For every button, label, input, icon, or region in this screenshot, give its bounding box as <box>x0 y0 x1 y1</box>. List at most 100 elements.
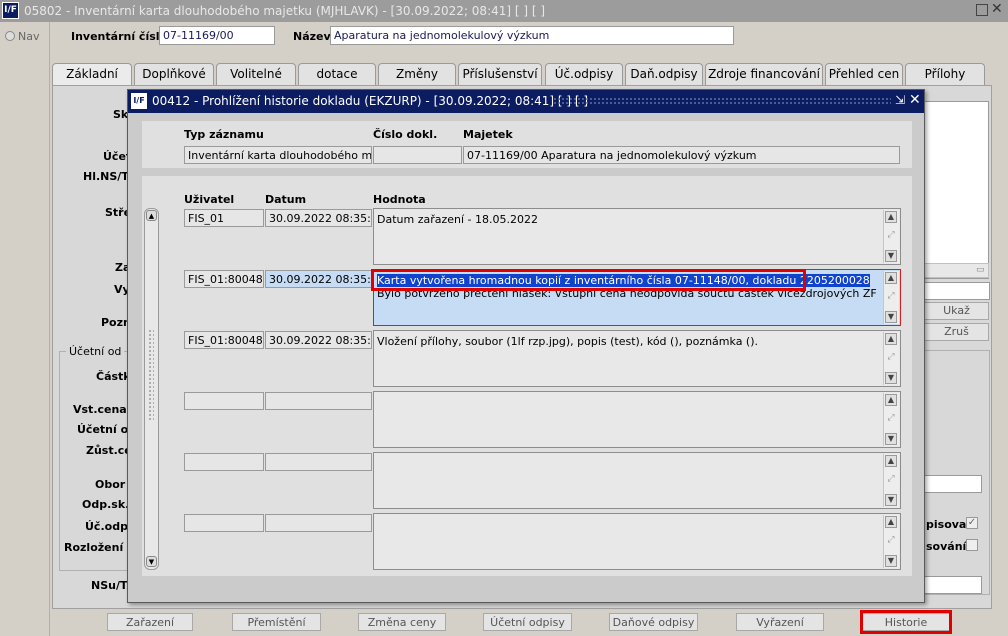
row5-value[interactable]: ▲ ⤢ ▼ <box>373 452 901 509</box>
right-group-box <box>924 350 990 595</box>
scroll-down-icon[interactable]: ▼ <box>885 250 897 262</box>
nsu-ta-field[interactable] <box>924 576 982 594</box>
row3-scrollbar[interactable]: ▲ ⤢ ▼ <box>883 332 899 385</box>
row3-date[interactable]: 30.09.2022 08:35:37 <box>265 331 372 349</box>
scroll-down-icon[interactable]: ▼ <box>146 556 157 567</box>
restore-icon[interactable] <box>976 4 988 16</box>
tab-dan-odpisy[interactable]: Daň.odpisy <box>625 63 703 85</box>
inventory-number-field[interactable]: 07-11169/00 <box>159 26 275 45</box>
premisteni-button[interactable]: Přemístění <box>232 613 321 631</box>
dialog-title-bar: I/F 00412 - Prohlížení historie dokladu … <box>128 90 924 113</box>
row5-scrollbar[interactable]: ▲ ⤢ ▼ <box>883 454 899 507</box>
tab-prislusenstvi[interactable]: Příslušenství <box>458 63 542 85</box>
ukaz-button[interactable]: Ukaž <box>924 302 989 320</box>
row3-user[interactable]: FIS_01:80048 <box>184 331 264 349</box>
col-uzivatel-label: Uživatel <box>184 193 235 206</box>
dialog-title: 00412 - Prohlížení historie dokladu (EKZ… <box>152 94 589 108</box>
label-rozlozeni: Rozložení o <box>64 541 135 554</box>
typ-zaznamu-field[interactable]: Inventární karta dlouhodobého majetku <box>184 146 372 164</box>
dialog-logo-icon: I/F <box>131 93 147 109</box>
row1-user[interactable]: FIS_01 <box>184 209 264 227</box>
scroll-down-icon[interactable]: ▼ <box>885 494 897 506</box>
tab-prilohy[interactable]: Přílohy <box>905 63 985 85</box>
minimize-icon[interactable]: ⇲ <box>895 93 905 107</box>
col-datum-label: Datum <box>265 193 307 206</box>
ucetni-odpisy-button[interactable]: Účetní odpisy <box>483 613 572 631</box>
tab-zdroje-financovani[interactable]: Zdroje financování <box>705 63 823 85</box>
row6-user[interactable] <box>184 514 264 532</box>
scroll-down-icon[interactable]: ▼ <box>885 311 897 323</box>
textarea-hscroll[interactable]: ▭ <box>924 263 989 278</box>
scroll-grip[interactable] <box>148 329 154 421</box>
row5-user[interactable] <box>184 453 264 471</box>
zarazeni-button[interactable]: Zařazení <box>107 613 193 631</box>
label-vst-cena: Vst.cena <box>73 403 127 416</box>
col-majetek-label: Majetek <box>463 128 513 141</box>
name-field[interactable]: Aparatura na jednomolekulový výzkum <box>330 26 734 45</box>
row4-scrollbar[interactable]: ▲ ⤢ ▼ <box>883 393 899 446</box>
zmena-ceny-button[interactable]: Změna ceny <box>358 613 446 631</box>
title-bar-grip <box>553 97 891 106</box>
inventory-number-label: Inventární číslo <box>71 30 168 43</box>
majetek-field[interactable]: 07-11169/00 Aparatura na jednomolekulový… <box>463 146 900 164</box>
row2-scrollbar[interactable]: ▲ ⤢ ▼ <box>883 271 899 324</box>
zrus-button[interactable]: Zruš <box>924 323 989 341</box>
label-obor: Obor <box>95 478 126 491</box>
tab-volitelne[interactable]: Volitelné <box>216 63 296 85</box>
historie-highlight <box>860 610 952 634</box>
tab-doplnkove[interactable]: Doplňkové <box>134 63 214 85</box>
row6-scrollbar[interactable]: ▲ ⤢ ▼ <box>883 515 899 568</box>
tab-uc-odpisy[interactable]: Úč.odpisy <box>545 63 623 85</box>
scroll-up-icon[interactable]: ▲ <box>885 272 897 284</box>
scroll-up-icon[interactable]: ▲ <box>885 455 897 467</box>
right-field-1[interactable] <box>924 282 990 300</box>
scroll-up-icon[interactable]: ▲ <box>885 516 897 528</box>
vyrazeni-button[interactable]: Vyřazení <box>736 613 824 631</box>
row1-value[interactable]: Datum zařazení - 18.05.2022 ▲ ⤢ ▼ <box>373 208 901 265</box>
scroll-down-icon[interactable]: ▼ <box>885 555 897 567</box>
tab-prehled-cen[interactable]: Přehled cen <box>825 63 903 85</box>
nav-radio[interactable] <box>5 31 15 41</box>
tab-zakladni[interactable]: Základní <box>52 63 132 85</box>
row2-date[interactable]: 30.09.2022 08:35:37 <box>265 270 372 288</box>
resize-icon: ⤢ <box>887 291 895 301</box>
right-field-2[interactable] <box>924 475 982 493</box>
scroll-down-icon[interactable]: ▼ <box>885 372 897 384</box>
row3-value[interactable]: Vložení přílohy, soubor (1lf rzp.jpg), p… <box>373 330 901 387</box>
nav-panel: Nav <box>0 22 50 636</box>
window-title-bar: I/F 05802 - Inventární karta dlouhodobéh… <box>0 0 1008 22</box>
records-scrollbar[interactable]: ▲ ▼ <box>144 208 159 570</box>
row6-value[interactable]: ▲ ⤢ ▼ <box>373 513 901 570</box>
row6-date[interactable] <box>265 514 372 532</box>
row4-value[interactable]: ▲ ⤢ ▼ <box>373 391 901 448</box>
row5-date[interactable] <box>265 453 372 471</box>
window-title: 05802 - Inventární karta dlouhodobého ma… <box>24 4 546 18</box>
history-dialog: I/F 00412 - Prohlížení historie dokladu … <box>127 89 925 603</box>
scroll-up-icon[interactable]: ▲ <box>885 394 897 406</box>
scroll-up-icon[interactable]: ▲ <box>885 333 897 345</box>
danove-odpisy-button[interactable]: Daňové odpisy <box>609 613 698 631</box>
close-icon[interactable]: ✕ <box>991 1 1003 17</box>
label-odpisovat: pisovat <box>926 518 972 531</box>
tab-dotace[interactable]: dotace <box>298 63 376 85</box>
poznamka-textarea[interactable] <box>924 101 989 279</box>
row1-date[interactable]: 30.09.2022 08:35:37 <box>265 209 372 227</box>
row1-value-text: Datum zařazení - 18.05.2022 <box>377 213 538 226</box>
label-castka: Částk <box>96 370 131 383</box>
odpisovat-checkbox[interactable]: ✓ <box>966 517 978 529</box>
label-zust-ce: Zůst.ce <box>86 444 132 457</box>
odpisovani-checkbox[interactable] <box>966 539 978 551</box>
label-sk: Sk <box>113 108 129 121</box>
dialog-close-icon[interactable]: ✕ <box>909 92 921 108</box>
row2-user[interactable]: FIS_01:80048 <box>184 270 264 288</box>
resize-icon: ⤢ <box>887 413 895 423</box>
label-odpisovani: sování <box>926 540 967 553</box>
scroll-down-icon[interactable]: ▼ <box>885 433 897 445</box>
scroll-up-icon[interactable]: ▲ <box>146 210 157 221</box>
row4-date[interactable] <box>265 392 372 410</box>
scroll-up-icon[interactable]: ▲ <box>885 211 897 223</box>
cislo-dokl-field[interactable] <box>373 146 462 164</box>
row4-user[interactable] <box>184 392 264 410</box>
row1-scrollbar[interactable]: ▲ ⤢ ▼ <box>883 210 899 263</box>
tab-zmeny[interactable]: Změny <box>378 63 456 85</box>
